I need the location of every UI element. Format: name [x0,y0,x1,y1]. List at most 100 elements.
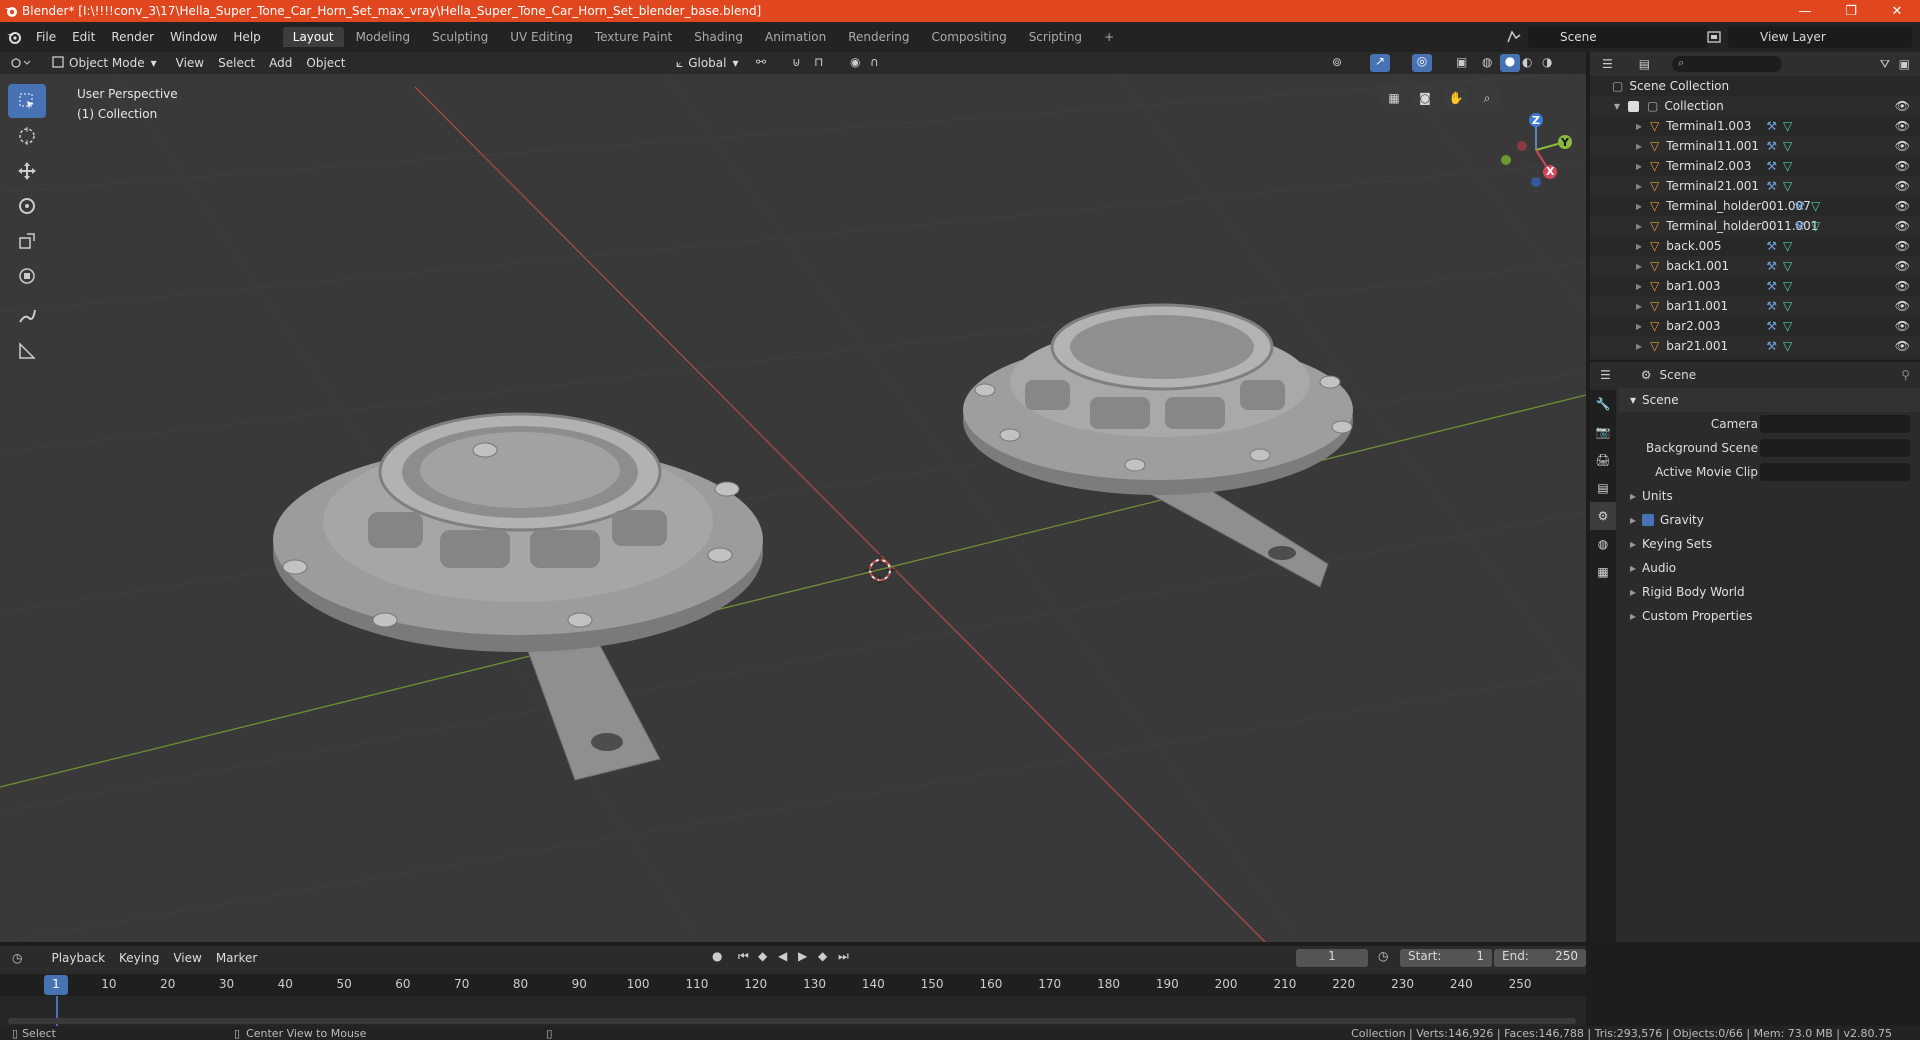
eye-icon[interactable]: 👁 [1895,299,1910,313]
frame-ruler[interactable]: 1 10 20 30 40 50 60 70 80 90 100 110 120 130 140 150 160… [0,974,1586,996]
modifier-wrench-icon[interactable]: ⚒ [1766,139,1777,153]
expand-arrow-icon[interactable]: ▸ [1636,319,1642,333]
outliner-object-row[interactable]: ▸ ▽ Terminal_holder001.007 ⚒ ▽ 👁 [1590,196,1920,216]
active-movie-clip-input[interactable] [1760,463,1910,481]
snap-target-icon[interactable]: ⊓ [814,55,823,69]
end-frame-field[interactable]: End: 250 [1494,949,1586,967]
outliner-object-row[interactable]: ▸ ▽ Terminal2.003 ⚒ ▽ 👁 [1590,156,1920,176]
mesh-data-icon[interactable]: ▽ [1783,239,1792,253]
eye-icon[interactable]: 👁 [1895,179,1910,193]
expand-arrow-icon[interactable]: ▸ [1636,259,1642,273]
eye-icon[interactable]: 👁 [1895,279,1910,293]
mesh-data-icon[interactable]: ▽ [1811,199,1820,213]
menu-render[interactable]: Render [103,30,162,44]
expand-arrow-icon[interactable]: ▸ [1636,159,1642,173]
outliner-object-row[interactable]: ▸ ▽ Terminal11.001 ⚒ ▽ 👁 [1590,136,1920,156]
display-mode-icon[interactable]: ▤ [1639,57,1650,71]
properties-editor-icon[interactable]: ☰ [1600,368,1611,382]
outliner-object-row[interactable]: ▸ ▽ bar21.001 ⚒ ▽ 👁 [1590,336,1920,356]
viewport-menu-add[interactable]: Add [262,56,299,70]
viewport-menu-view[interactable]: View [169,56,211,70]
zoom-icon[interactable]: ⌕ [1473,84,1501,112]
modifier-wrench-icon[interactable]: ⚒ [1766,159,1777,173]
3d-viewport[interactable]: Z Y X Object Mode ▾ View Select Add Obje… [0,52,1586,942]
tab-uv-editing[interactable]: UV Editing [500,27,583,47]
pivot-point-icon[interactable]: ⚯ [756,55,766,69]
rendered-shading-icon[interactable]: ◑ [1542,55,1552,69]
modifier-wrench-icon[interactable]: ⚒ [1766,299,1777,313]
view-layer-selector[interactable]: View Layer [1728,26,1912,48]
modifier-wrench-icon[interactable]: ⚒ [1794,219,1805,233]
clock-icon[interactable]: ◷ [1378,949,1388,963]
world-tab-icon[interactable]: ◍ [1590,530,1616,558]
viewport-menu-select[interactable]: Select [211,56,262,70]
camera-input[interactable] [1760,415,1910,433]
mesh-data-icon[interactable]: ▽ [1783,119,1792,133]
modifier-wrench-icon[interactable]: ⚒ [1794,199,1805,213]
expand-arrow-icon[interactable]: ▸ [1636,299,1642,313]
outliner-search-input[interactable]: ⌕ [1672,56,1783,72]
eye-icon[interactable]: 👁 [1895,139,1910,153]
outliner-object-row[interactable]: ▸ ▽ bar1.003 ⚒ ▽ 👁 [1590,276,1920,296]
expand-arrow-icon[interactable]: ▸ [1636,199,1642,213]
snap-icon[interactable]: ⊍ [792,55,801,69]
audio-section[interactable]: ▸ Audio [1618,556,1920,580]
transform-orientation-selector[interactable]: ⟀ Global ▾ [670,54,745,72]
outliner-object-row[interactable]: ▸ ▽ back1.001 ⚒ ▽ 👁 [1590,256,1920,276]
start-frame-field[interactable]: Start: 1 [1400,949,1492,967]
grid-toggle-icon[interactable]: ▦ [1380,84,1408,112]
modifier-wrench-icon[interactable]: ⚒ [1766,339,1777,353]
eye-icon[interactable]: 👁 [1895,99,1910,113]
pan-hand-icon[interactable]: ✋ [1442,84,1470,112]
tab-sculpting[interactable]: Sculpting [422,27,498,47]
cursor-tool[interactable] [8,119,46,153]
falloff-icon[interactable]: ∩ [870,55,879,69]
custom-properties-section[interactable]: ▸ Custom Properties [1618,604,1920,628]
expand-arrow-icon[interactable]: ▸ [1636,139,1642,153]
expand-arrow-icon[interactable]: ▸ [1636,179,1642,193]
blender-menu-icon[interactable] [0,22,28,52]
mesh-data-icon[interactable]: ▽ [1783,179,1792,193]
menu-window[interactable]: Window [162,30,225,44]
timeline-editor-icon[interactable]: ◷ [12,951,22,965]
tab-rendering[interactable]: Rendering [838,27,919,47]
mesh-data-icon[interactable]: ▽ [1783,339,1792,353]
filter-icon[interactable]: ⛛ [1880,57,1890,72]
units-section[interactable]: ▸ Units [1618,484,1920,508]
eye-icon[interactable]: 👁 [1895,259,1910,273]
eye-icon[interactable]: 👁 [1895,119,1910,133]
render-tab-icon[interactable]: 📷 [1590,418,1616,446]
gravity-section[interactable]: ▸ Gravity [1618,508,1920,532]
gizmo-toggle-icon[interactable]: ↗ [1370,54,1390,72]
play-reverse-icon[interactable]: ◀ [778,949,787,963]
mesh-data-icon[interactable]: ▽ [1783,159,1792,173]
tab-layout[interactable]: Layout [282,27,344,47]
modifier-wrench-icon[interactable]: ⚒ [1766,259,1777,273]
texture-tab-icon[interactable]: ▦ [1590,558,1616,586]
next-keyframe-icon[interactable]: ◆ [818,949,827,963]
prev-keyframe-icon[interactable]: ◆ [758,949,767,963]
outliner-collection[interactable]: ▾ ▢ Collection 👁 [1590,96,1920,116]
scene-tab-icon[interactable]: ⚙ [1590,502,1616,530]
view-layer-icon[interactable] [1706,30,1722,47]
modifier-wrench-icon[interactable]: ⚒ [1766,179,1777,193]
menu-file[interactable]: File [28,30,64,44]
camera-view-icon[interactable]: ◙ [1411,84,1439,112]
close-button[interactable]: ✕ [1874,0,1920,22]
modifier-wrench-icon[interactable]: ⚒ [1766,319,1777,333]
proportional-edit-icon[interactable]: ◉ [850,55,860,69]
eye-icon[interactable]: 👁 [1895,239,1910,253]
expand-arrow-icon[interactable]: ▸ [1636,239,1642,253]
eye-icon[interactable]: 👁 [1895,199,1910,213]
eye-icon[interactable]: 👁 [1895,219,1910,233]
tab-shading[interactable]: Shading [684,27,753,47]
scene-icon[interactable] [1506,30,1522,47]
menu-edit[interactable]: Edit [64,30,103,44]
mesh-data-icon[interactable]: ▽ [1811,219,1820,233]
mesh-data-icon[interactable]: ▽ [1783,259,1792,273]
expand-arrow-icon[interactable]: ▸ [1636,339,1642,353]
eye-icon[interactable]: 👁 [1895,319,1910,333]
play-icon[interactable]: ▶ [798,949,807,963]
output-tab-icon[interactable]: 🖨 [1590,446,1616,474]
tab-animation[interactable]: Animation [755,27,836,47]
